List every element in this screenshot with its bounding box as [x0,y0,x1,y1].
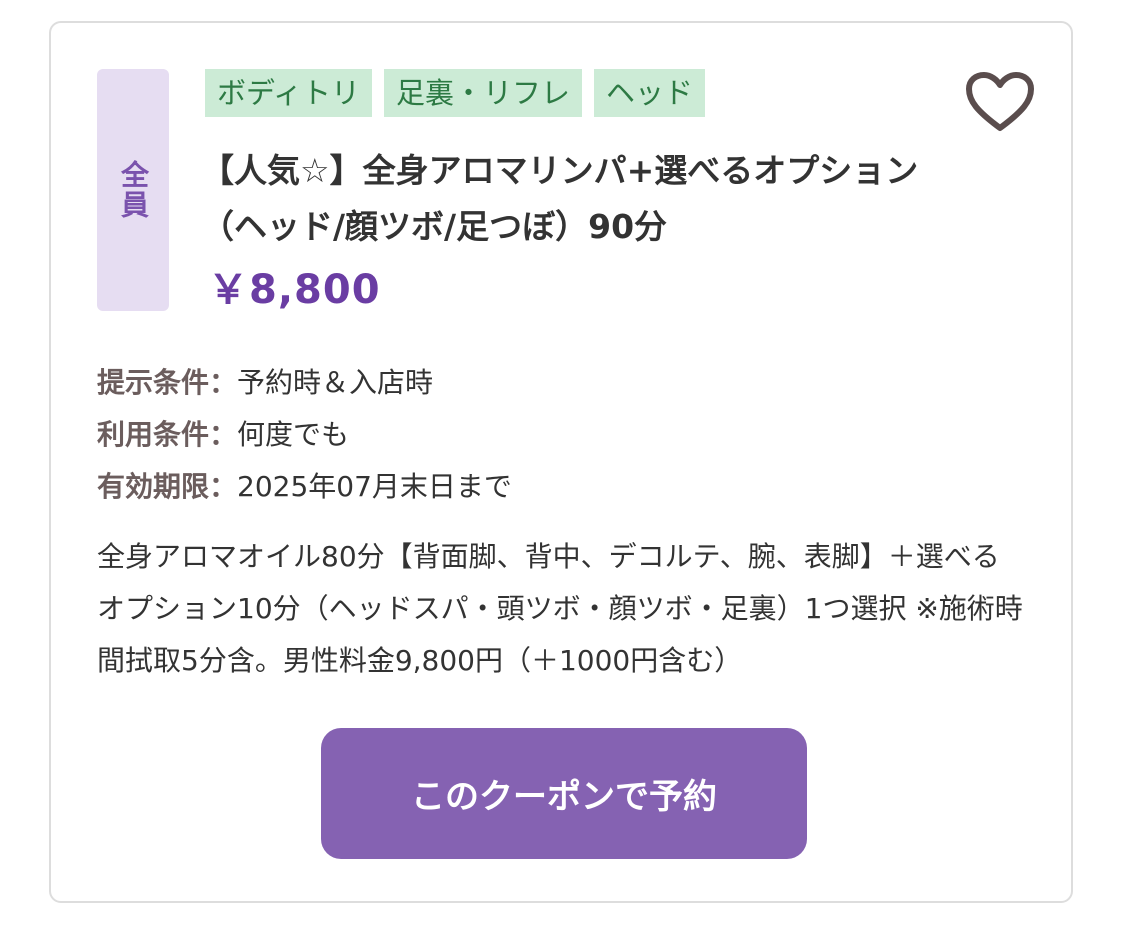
heart-outline-icon [966,72,1034,131]
condition-value: 予約時＆入店時 [237,366,434,399]
coupon-title: 【人気☆】全身アロマリンパ+選べるオプション（ヘッド/顔ツボ/足つぼ）90分 [201,151,919,246]
target-badge: 全員 [97,69,169,311]
condition-label: 有効期限： [97,470,238,503]
category-tag: ボディトリ [205,69,372,117]
category-tags: ボディトリ 足裏・リフレ ヘッド [205,69,706,117]
target-label: 全員 [117,160,150,220]
coupon-card: 全員 ボディトリ 足裏・リフレ ヘッド 【人気☆】全身アロマリンパ+選べるオプシ… [49,21,1073,903]
coupon-price: ￥8,800 [208,267,381,313]
reserve-button[interactable]: このクーポンで予約 [321,728,807,859]
condition-label: 提示条件： [97,366,238,399]
condition-row: 利用条件：何度でも [97,409,512,461]
condition-value: 何度でも [237,418,350,451]
category-tag: ヘッド [594,69,706,117]
favorite-button[interactable] [965,71,1035,133]
condition-row: 提示条件：予約時＆入店時 [97,357,512,409]
category-tag: 足裏・リフレ [383,69,582,117]
condition-value: 2025年07月末日まで [237,470,512,503]
condition-label: 利用条件： [97,418,238,451]
condition-row: 有効期限：2025年07月末日まで [97,461,512,513]
coupon-description: 全身アロマオイル80分【背面脚、背中、デコルテ、腕、表脚】＋選べるオプション10… [97,540,1023,677]
coupon-conditions: 提示条件：予約時＆入店時 利用条件：何度でも 有効期限：2025年07月末日まで [97,357,512,513]
